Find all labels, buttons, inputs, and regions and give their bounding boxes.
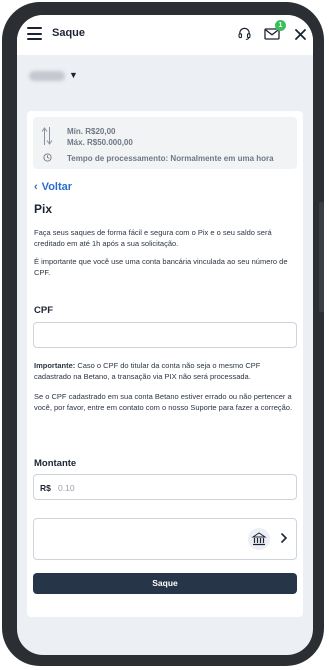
page-title: Saque [52, 27, 86, 39]
cpf-field[interactable] [33, 322, 297, 348]
cpf-warning: Importante: Caso o CPF do titular da con… [34, 360, 296, 382]
method-intro: Faça seus saques de forma fácil e segura… [34, 228, 272, 248]
phone-frame: Saque 1 ▼ Mín. R$20,00 Máx. R$50.000,00 … [2, 2, 324, 666]
processing-time: Tempo de processamento: Normalmente em u… [67, 154, 274, 163]
hamburger-menu-icon[interactable] [27, 27, 42, 40]
account-name-redacted [29, 71, 65, 81]
currency-prefix: R$ [40, 483, 51, 493]
back-label: Voltar [41, 181, 73, 193]
withdraw-card: Mín. R$20,00 Máx. R$50.000,00 Tempo de p… [27, 111, 303, 617]
chevron-right-icon [281, 533, 288, 543]
method-title: Pix [34, 202, 53, 216]
notification-badge: 1 [275, 20, 286, 31]
up-down-arrows-icon [41, 127, 53, 145]
amount-field[interactable]: R$ [33, 474, 297, 500]
method-notice: É importante que você use uma conta banc… [34, 257, 288, 277]
cpf-support-text: Se o CPF cadastrado em sua conta Betano … [34, 392, 293, 412]
clock-icon [43, 153, 52, 162]
warning-strong: Importante: [34, 361, 76, 370]
amount-input[interactable] [58, 482, 258, 493]
headset-icon[interactable] [237, 26, 252, 41]
amount-label: Montante [34, 458, 77, 469]
phone-side-button [319, 202, 324, 312]
min-limit: Mín. R$20,00 [67, 127, 116, 136]
cpf-input[interactable] [40, 328, 290, 342]
submit-button[interactable]: Saque [33, 573, 297, 594]
close-icon[interactable] [295, 29, 306, 40]
screen: Saque 1 ▼ Mín. R$20,00 Máx. R$50.000,00 … [17, 15, 313, 655]
chevron-left-icon: ‹ [34, 181, 38, 193]
back-link[interactable]: ‹ Voltar [34, 181, 72, 193]
cpf-label: CPF [34, 305, 53, 316]
top-bar: Saque 1 [17, 15, 313, 55]
bank-account-selector[interactable] [33, 518, 297, 560]
bank-icon [248, 528, 270, 550]
max-limit: Máx. R$50.000,00 [67, 138, 133, 147]
limits-panel: Mín. R$20,00 Máx. R$50.000,00 Tempo de p… [33, 117, 297, 169]
caret-down-icon: ▼ [69, 70, 78, 80]
